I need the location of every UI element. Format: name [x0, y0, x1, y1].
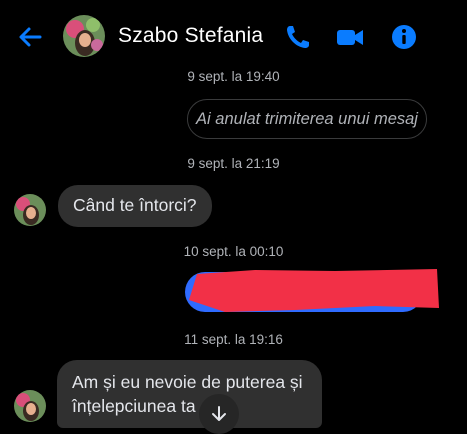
timestamp: 10 sept. la 00:10 — [183, 244, 284, 259]
message-text-line: înțelepciunea ta — [72, 396, 196, 416]
chat-header: Szabo Stefania — [0, 0, 467, 72]
avatar-photo-icon — [14, 194, 46, 226]
avatar-photo-icon — [14, 390, 46, 422]
arrow-down-icon — [212, 406, 226, 421]
contact-avatar[interactable] — [63, 15, 105, 57]
video-call-icon[interactable] — [335, 22, 365, 52]
contact-avatar-small[interactable] — [14, 390, 46, 422]
timestamp: 11 sept. la 19:16 — [184, 332, 283, 347]
info-icon[interactable] — [389, 22, 419, 52]
redaction-scribble — [185, 269, 439, 312]
timestamp: 9 sept. la 19:40 — [187, 69, 280, 84]
contact-avatar-small[interactable] — [14, 194, 46, 226]
incoming-message-bubble[interactable]: Când te întorci? — [58, 185, 212, 227]
unsent-message-bubble[interactable]: Ai anulat trimiterea unui mesaj — [187, 99, 427, 139]
message-text: Când te întorci? — [73, 195, 197, 215]
contact-name[interactable]: Szabo Stefania — [118, 24, 263, 48]
scroll-to-bottom-button[interactable] — [199, 394, 239, 434]
redacted-outgoing-message[interactable] — [185, 268, 440, 316]
back-arrow-icon[interactable] — [16, 23, 44, 51]
incoming-message-bubble[interactable]: Am și eu nevoie de puterea și înțelepciu… — [57, 360, 322, 428]
phone-icon[interactable] — [283, 22, 313, 52]
timestamp: 9 sept. la 21:19 — [187, 156, 280, 171]
avatar-photo-icon — [63, 15, 105, 57]
unsent-message-text: Ai anulat trimiterea unui mesaj — [196, 109, 418, 128]
message-text-line: Am și eu nevoie de puterea și — [72, 372, 303, 392]
